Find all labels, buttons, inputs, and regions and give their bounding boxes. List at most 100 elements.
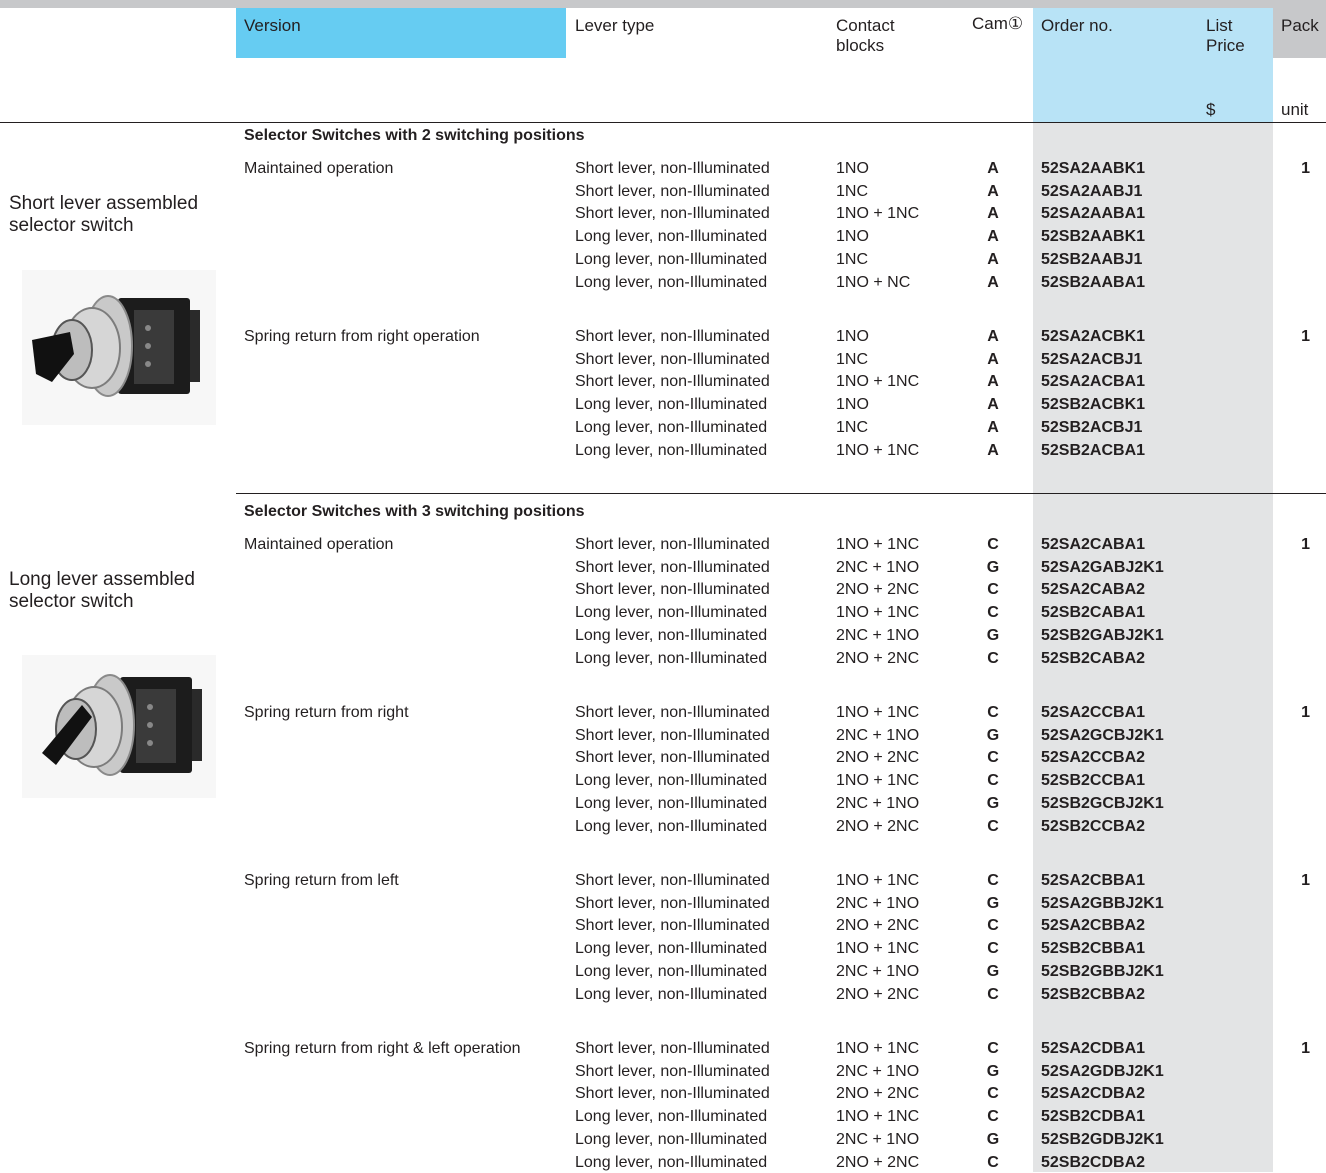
cam-cell: C bbox=[987, 1108, 999, 1125]
contact-blocks-cell: 2NC + 1NO bbox=[836, 1131, 920, 1148]
lever-type-cell: Short lever, non-Illuminated bbox=[575, 872, 770, 889]
short-lever-title-line1: Short lever assembled bbox=[9, 193, 199, 214]
lever-type-cell: Long lever, non-Illuminated bbox=[575, 1154, 768, 1171]
order-number-cell: 52SA2AABJ1 bbox=[1041, 183, 1143, 200]
lever-type-cell: Long lever, non-Illuminated bbox=[575, 795, 768, 812]
cam-cell: C bbox=[987, 872, 999, 889]
version-label: Maintained operation bbox=[244, 160, 394, 177]
section-divider bbox=[236, 493, 1326, 494]
lever-type-cell: Short lever, non-Illuminated bbox=[575, 704, 770, 721]
cam-cell: A bbox=[987, 442, 999, 459]
cam-cell: C bbox=[987, 818, 999, 835]
cam-cell: G bbox=[986, 627, 1000, 644]
pack-unit-value: 1 bbox=[1301, 704, 1310, 721]
lever-type-cell: Long lever, non-Illuminated bbox=[575, 419, 768, 436]
contact-blocks-cell: 1NO + NC bbox=[836, 274, 911, 291]
header-pack: Pack bbox=[1281, 16, 1319, 35]
order-number-cell: 52SB2CDBA1 bbox=[1041, 1108, 1146, 1125]
header-unit: unit bbox=[1281, 100, 1309, 119]
lever-type-cell: Short lever, non-Illuminated bbox=[575, 536, 770, 553]
cam-cell: C bbox=[987, 772, 999, 789]
pack-unit-value: 1 bbox=[1301, 872, 1310, 889]
contact-blocks-cell: 2NC + 1NO bbox=[836, 1063, 920, 1080]
contact-blocks-cell: 1NO + 1NC bbox=[836, 940, 920, 957]
order-number-cell: 52SB2GABJ2K1 bbox=[1041, 627, 1164, 644]
long-lever-title-line2: selector switch bbox=[9, 591, 134, 612]
contact-blocks-cell: 1NO bbox=[836, 228, 869, 245]
lever-type-cell: Short lever, non-Illuminated bbox=[575, 749, 770, 766]
short-lever-switch-photo bbox=[22, 270, 216, 425]
lever-type-cell: Long lever, non-Illuminated bbox=[575, 940, 768, 957]
order-number-cell: 52SA2ACBA1 bbox=[1041, 373, 1146, 390]
cam-cell: C bbox=[987, 1040, 999, 1057]
header-list-price-line2: Price bbox=[1206, 36, 1245, 55]
contact-blocks-cell: 1NO bbox=[836, 328, 869, 345]
lever-type-cell: Short lever, non-Illuminated bbox=[575, 183, 770, 200]
lever-type-cell: Long lever, non-Illuminated bbox=[575, 604, 768, 621]
order-number-cell: 52SB2CCBA2 bbox=[1041, 818, 1146, 835]
lever-type-cell: Short lever, non-Illuminated bbox=[575, 917, 770, 934]
header-contact-blocks-line2: blocks bbox=[836, 36, 885, 55]
contact-blocks-cell: 2NC + 1NO bbox=[836, 727, 920, 744]
lever-type-cell: Short lever, non-Illuminated bbox=[575, 205, 770, 222]
contact-blocks-cell: 1NO + 1NC bbox=[836, 442, 920, 459]
contact-blocks-cell: 2NC + 1NO bbox=[836, 795, 920, 812]
cam-cell: G bbox=[986, 895, 1000, 912]
cam-cell: C bbox=[987, 917, 999, 934]
order-number-cell: 52SA2CABA2 bbox=[1041, 581, 1146, 598]
order-number-cell: 52SA2CABA1 bbox=[1041, 536, 1146, 553]
cam-cell: C bbox=[987, 986, 999, 1003]
contact-blocks-cell: 1NO bbox=[836, 160, 869, 177]
lever-type-cell: Short lever, non-Illuminated bbox=[575, 895, 770, 912]
top-rule-bar bbox=[0, 0, 1326, 8]
cam-cell: A bbox=[987, 251, 999, 268]
contact-blocks-cell: 2NO + 2NC bbox=[836, 749, 920, 766]
header-order-no: Order no. bbox=[1041, 16, 1113, 35]
lever-type-cell: Short lever, non-Illuminated bbox=[575, 1063, 770, 1080]
header-cam: Cam① bbox=[972, 14, 1024, 33]
lever-type-cell: Long lever, non-Illuminated bbox=[575, 650, 768, 667]
lever-type-cell: Short lever, non-Illuminated bbox=[575, 581, 770, 598]
lever-type-cell: Short lever, non-Illuminated bbox=[575, 373, 770, 390]
order-number-cell: 52SB2CABA2 bbox=[1041, 650, 1146, 667]
contact-blocks-cell: 1NC bbox=[836, 419, 869, 436]
pack-unit-value: 1 bbox=[1301, 1040, 1310, 1057]
lever-type-cell: Long lever, non-Illuminated bbox=[575, 986, 768, 1003]
version-label: Spring return from right bbox=[244, 704, 409, 721]
header-version: Version bbox=[244, 16, 301, 35]
order-number-cell: 52SB2CCBA1 bbox=[1041, 772, 1146, 789]
header-divider bbox=[0, 122, 1326, 123]
contact-blocks-cell: 2NO + 2NC bbox=[836, 818, 920, 835]
cam-cell: A bbox=[987, 351, 999, 368]
pack-unit-value: 1 bbox=[1301, 328, 1310, 345]
lever-type-cell: Short lever, non-Illuminated bbox=[575, 1085, 770, 1102]
lever-type-cell: Short lever, non-Illuminated bbox=[575, 559, 770, 576]
cam-cell: C bbox=[987, 650, 999, 667]
lever-type-cell: Short lever, non-Illuminated bbox=[575, 351, 770, 368]
short-lever-title-line2: selector switch bbox=[9, 215, 134, 236]
header-list-price-line1: List bbox=[1206, 16, 1233, 35]
lever-type-cell: Long lever, non-Illuminated bbox=[575, 1131, 768, 1148]
order-number-cell: 52SA2CDBA2 bbox=[1041, 1085, 1146, 1102]
cam-cell: A bbox=[987, 183, 999, 200]
lever-type-cell: Long lever, non-Illuminated bbox=[575, 818, 768, 835]
order-number-cell: 52SA2CDBA1 bbox=[1041, 1040, 1146, 1057]
contact-blocks-cell: 2NC + 1NO bbox=[836, 963, 920, 980]
order-number-cell: 52SB2CBBA2 bbox=[1041, 986, 1146, 1003]
cam-cell: C bbox=[987, 940, 999, 957]
order-number-cell: 52SB2CBBA1 bbox=[1041, 940, 1146, 957]
header-lever-type: Lever type bbox=[575, 16, 655, 35]
cam-cell: C bbox=[987, 536, 999, 553]
lever-type-cell: Long lever, non-Illuminated bbox=[575, 772, 768, 789]
lever-type-cell: Long lever, non-Illuminated bbox=[575, 228, 768, 245]
pack-unit-value: 1 bbox=[1301, 536, 1310, 553]
cam-cell: C bbox=[987, 581, 999, 598]
contact-blocks-cell: 1NO bbox=[836, 396, 869, 413]
contact-blocks-cell: 2NO + 2NC bbox=[836, 917, 920, 934]
contact-blocks-cell: 2NO + 2NC bbox=[836, 986, 920, 1003]
order-number-cell: 52SA2GABJ2K1 bbox=[1041, 559, 1164, 576]
pack-unit-value: 1 bbox=[1301, 160, 1310, 177]
lever-type-cell: Long lever, non-Illuminated bbox=[575, 1108, 768, 1125]
lever-type-cell: Short lever, non-Illuminated bbox=[575, 1040, 770, 1057]
contact-blocks-cell: 1NO + 1NC bbox=[836, 772, 920, 789]
